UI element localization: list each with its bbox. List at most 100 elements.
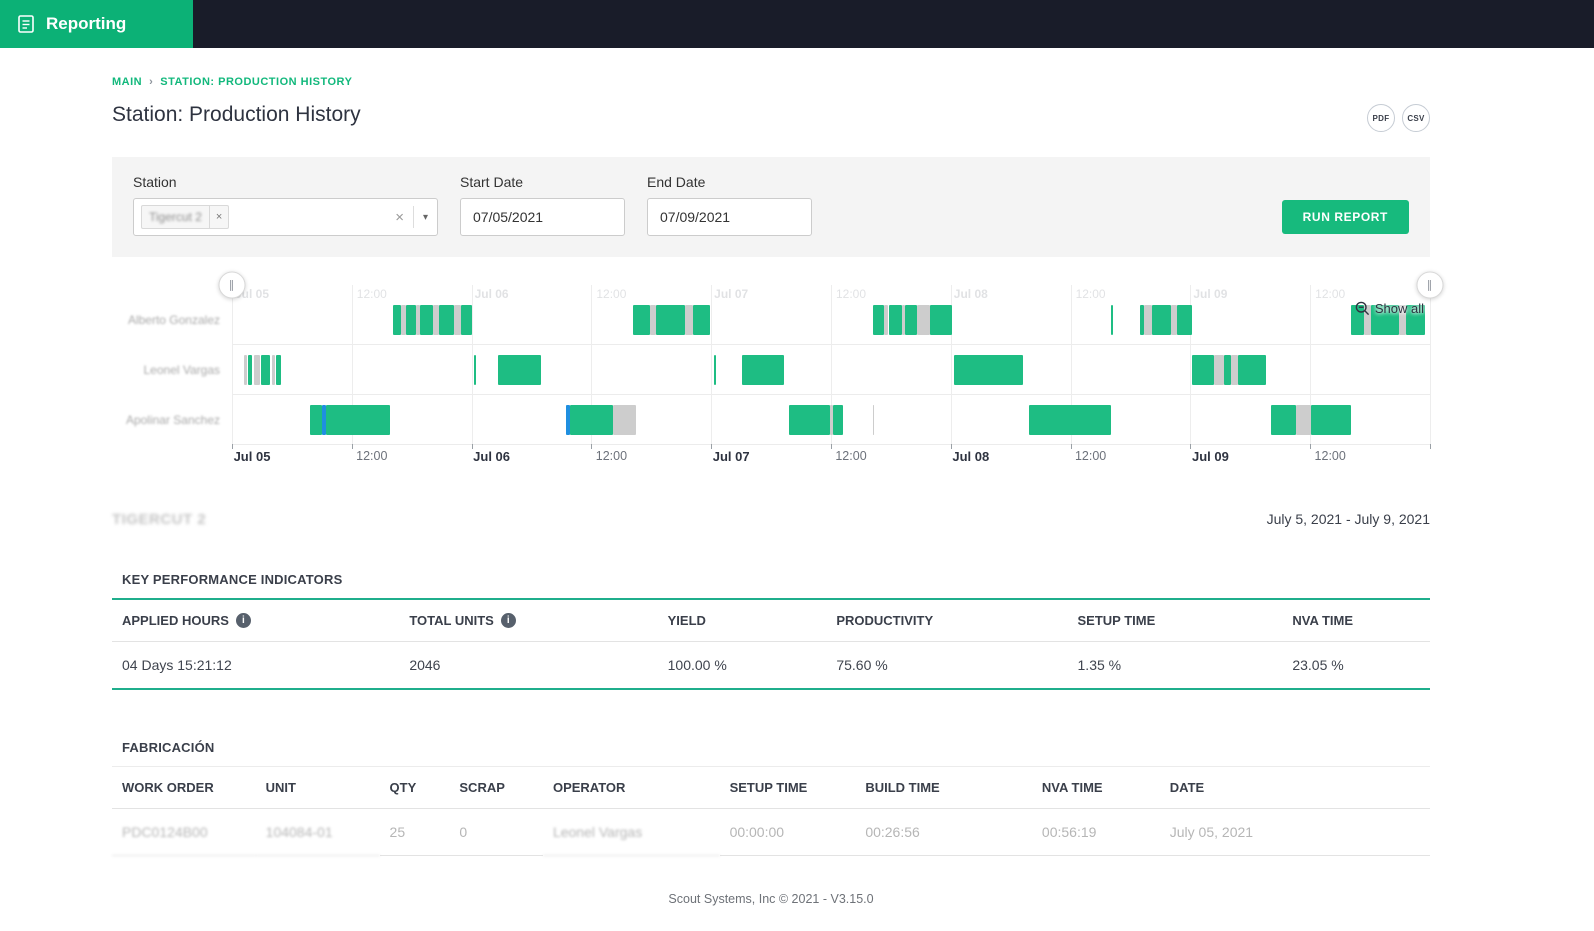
kpi-column-header: PRODUCTIVITY [826,600,1067,641]
gantt-bar-segment [612,405,636,435]
fabrication-rows: PDC0124B00 104084-01 25 0 Leonel Vargas 00:00… [112,809,1430,856]
show-all-control[interactable]: Show all [1355,301,1424,316]
gantt-gridline [1430,285,1431,444]
gantt-bar-segment [1238,355,1266,385]
gantt-plot-area: Jul 05 12:00 Jul 06 12:00 Jul 07 12:00 Jul 08 1… [218,271,1444,449]
gantt-bar-segment [1223,355,1232,385]
gantt-axis-label: 12:00 [595,449,628,463]
gantt-bar-segment [888,305,902,335]
export-pdf-button[interactable]: PDF [1367,104,1395,132]
chevron-down-icon[interactable]: ▾ [414,212,437,223]
gantt-bar-segment [439,305,454,335]
page-header: MAIN › STATION: PRODUCTION HISTORY Stati… [112,48,1430,132]
fabrication-column-header: SETUP TIME [729,780,808,795]
kpi-value: 75.60 % [836,657,888,673]
app-title: Reporting [46,14,127,33]
range-handle-left[interactable]: ∥ [218,271,246,299]
fabrication-cell: 00:56:19 [1031,809,1160,856]
gantt-bar-segment [713,355,716,385]
start-date-group: Start Date [460,174,625,236]
range-handle-right[interactable]: ∥ [1416,271,1444,299]
gantt-bar-segment [497,355,542,385]
fabrication-column-header: OPERATOR [552,780,626,795]
gantt-bar-segment [253,355,260,385]
end-date-input[interactable] [647,198,812,236]
kpi-column-label: YIELD [667,613,706,628]
gantt-row-labels: Alberto Gonzalez Leonel Vargas Apolinar Sa… [112,285,232,445]
fabrication-column-header: BUILD TIME [865,780,940,795]
app-logo[interactable]: Reporting [0,0,193,48]
gantt-bar-segment [570,405,613,435]
run-report-button[interactable]: RUN REPORT [1281,200,1409,234]
export-csv-button[interactable]: CSV [1402,104,1430,132]
breadcrumb-current[interactable]: STATION: PRODUCTION HISTORY [160,76,352,88]
gantt-bar-segment [742,355,785,385]
fabrication-cell: 25 [379,809,450,856]
gantt-axis-label: 12:00 [835,449,867,463]
kpi-column-header: NVA TIME [1282,600,1430,641]
gantt-bar-segment [789,405,830,435]
info-icon[interactable]: i [235,613,251,628]
station-tag-label: Tigercut 2 [149,210,202,224]
page-title: Station: Production History [112,103,361,126]
show-all-label: Show all [1374,301,1424,316]
tag-remove-icon[interactable]: × [208,206,228,228]
breadcrumb-main[interactable]: MAIN [112,76,142,88]
fabrication-column-header: NVA TIME [1041,780,1103,795]
gantt-bar-segment [1177,305,1192,335]
kpi-column-label: APPLIED HOURS [122,613,229,628]
gantt-bar-segment [420,305,434,335]
kpi-value: 2046 [409,657,441,673]
start-date-input[interactable] [460,198,625,236]
kpi-value: 04 Days 15:21:12 [122,657,232,673]
fabrication-cell: 00:26:56 [855,809,1032,856]
gantt-bar-segment [460,305,472,335]
gantt-chart: Alberto Gonzalez Leonel Vargas Apolinar Sa… [112,271,1444,449]
station-filter-group: Station Tigercut 2 × × ▾ [133,174,438,236]
kpi-column-header: TOTAL UNITS i [399,600,657,641]
end-date-group: End Date [647,174,812,236]
gantt-bar-segment [400,305,406,335]
fabrication-cell: 104084-01 [255,809,380,856]
gantt-axis-label: 12:00 [356,449,388,463]
fabrication-header-row: WORK ORDER UNIT QTY SCRAP OPERATOR SETUP TIME… [112,767,1430,809]
gantt-bar-segment [684,305,694,335]
fabrication-column-header: UNIT [265,780,296,795]
gantt-bar-segment [1311,405,1351,435]
kpi-value: 100.00 % [667,657,727,673]
gantt-bar-segment [392,305,401,335]
gantt-bar-segment [930,305,952,335]
info-icon[interactable]: i [500,613,516,628]
gantt-x-axis: Jul 05 12:00 Jul 06 12:00 Jul 07 12:00 Jul 08 1… [232,449,1430,475]
station-multiselect[interactable]: Tigercut 2 × × ▾ [133,198,438,236]
gantt-bar-segment [905,305,918,335]
kpi-value-row: 04 Days 15:21:12 2046 100.00 % 75.60 % 1.35 … [112,642,1430,688]
kpi-column-label: PRODUCTIVITY [836,613,934,628]
report-date-range: July 5, 2021 - July 9, 2021 [1266,511,1430,527]
station-tag: Tigercut 2 × [141,205,230,229]
gantt-axis-label: Jul 06 [473,449,511,464]
chevron-right-icon: › [149,76,154,88]
gantt-bar-segment [954,355,1023,385]
gantt-bar-segment [1111,305,1114,335]
gantt-gridline [711,285,713,444]
gantt-bar-segment [243,355,247,385]
zoom-out-icon [1355,301,1370,316]
gantt-bar-segment [453,305,461,335]
report-icon [16,14,36,34]
gantt-axis-label: Jul 05 [233,449,271,464]
gantt-bar-segment [1231,355,1239,385]
summary-row: TIGERCUT 2 July 5, 2021 - July 9, 2021 [112,511,1430,528]
gantt-bar-segment [656,305,685,335]
station-name: TIGERCUT 2 [112,511,207,528]
gantt-bar-segment [276,355,282,385]
fabrication-cell: 0 [449,809,543,856]
fabrication-column-header: QTY [389,780,417,795]
top-bar: Reporting [0,0,1594,48]
kpi-column-header: YIELD [658,600,827,641]
gantt-bar-segment [1191,355,1215,385]
end-date-label: End Date [647,174,706,190]
gantt-bar-segment [248,355,253,385]
clear-select-icon[interactable]: × [386,209,413,226]
filter-panel: Station Tigercut 2 × × ▾ Start Date End … [112,157,1430,257]
